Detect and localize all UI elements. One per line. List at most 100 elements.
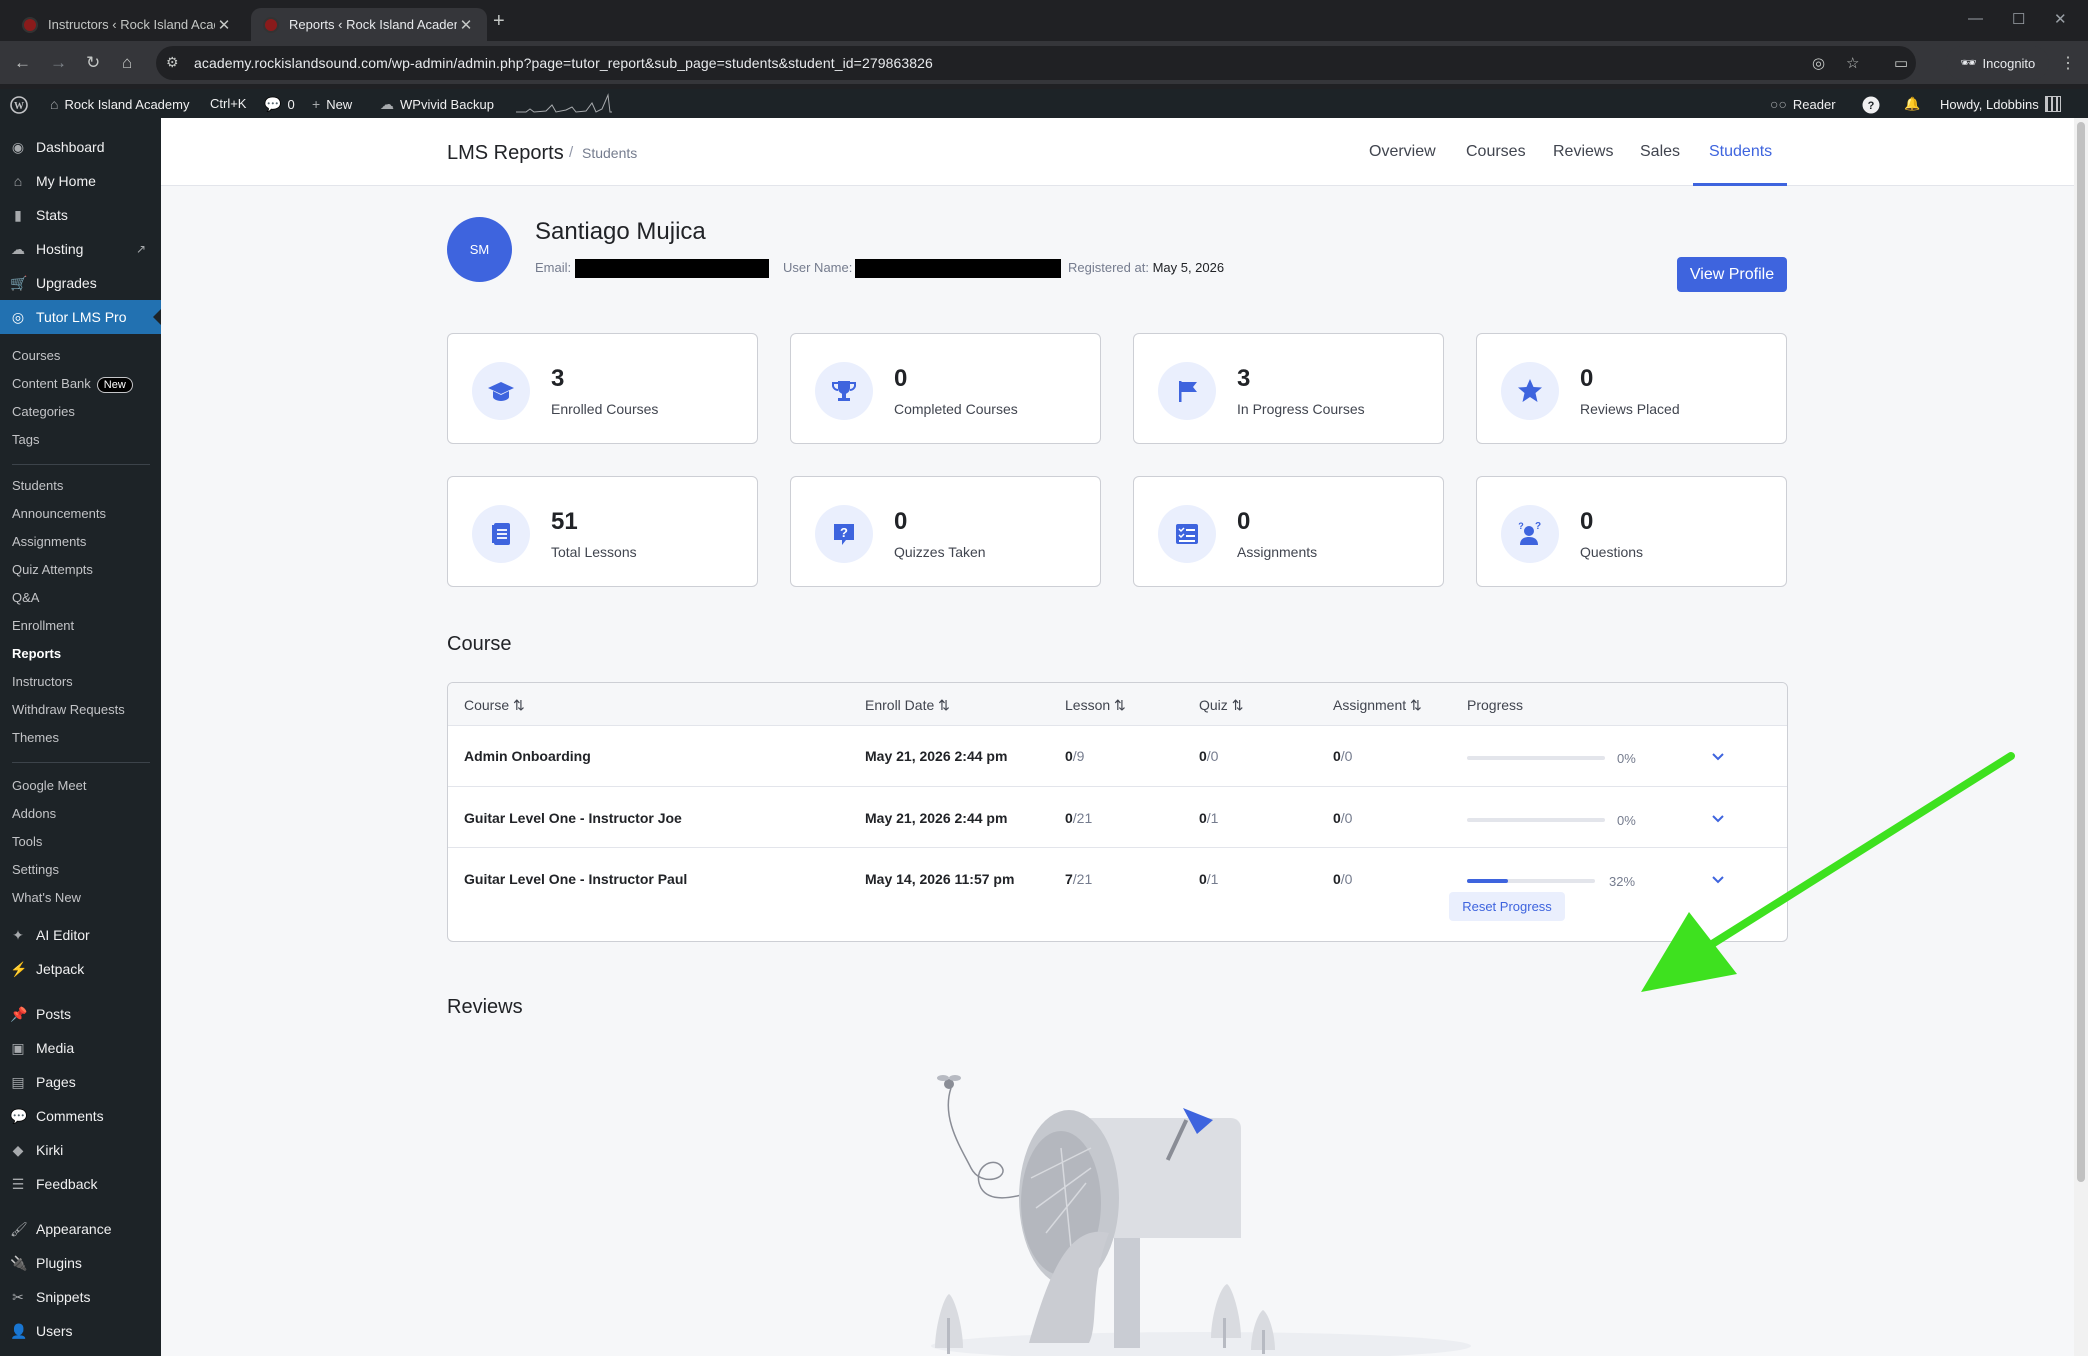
tab-sales[interactable]: Sales: [1640, 143, 1680, 161]
sidebar-sub-tools[interactable]: Tools: [12, 834, 42, 849]
scrollbar-thumb[interactable]: [2077, 122, 2085, 1182]
incognito-indicator[interactable]: 🕶 Incognito: [1946, 46, 2050, 80]
back-icon[interactable]: ←: [14, 53, 31, 73]
redacted-email: [575, 259, 769, 278]
cloud-icon: ☁: [380, 96, 394, 112]
site-favicon-icon: [22, 16, 38, 33]
sidebar-sub-instructors[interactable]: Instructors: [12, 674, 73, 689]
help-icon[interactable]: ?: [1862, 96, 1880, 114]
stat-value: 3: [1237, 365, 1251, 392]
bookmark-star-icon[interactable]: ☆: [1846, 54, 1859, 72]
tab-strip: Instructors ‹ Rock Island Acade ✕ Report…: [0, 0, 2088, 41]
sort-icon: ⇅: [1231, 697, 1244, 713]
forward-icon[interactable]: →: [50, 53, 67, 73]
site-name-link[interactable]: ⌂ Rock Island Academy: [50, 96, 189, 112]
browser-menu-icon[interactable]: ⋮: [2060, 53, 2076, 73]
sort-icon: ⇅: [513, 697, 525, 713]
reader-label: Reader: [1792, 96, 1836, 112]
sidebar-item-users[interactable]: 👤 Users: [0, 1314, 161, 1348]
user-icon: 👤: [10, 1322, 28, 1339]
wpvivid-backup-link[interactable]: ☁ WPvivid Backup: [380, 96, 494, 113]
lesson-progress: 7/21: [1065, 871, 1092, 887]
browser-tab-reports[interactable]: Reports ‹ Rock Island Academy ✕: [251, 8, 487, 41]
sidebar-item-feedback[interactable]: ☰ Feedback: [0, 1167, 161, 1201]
notifications-bell-icon[interactable]: 🔔: [1904, 96, 1920, 112]
sidebar-sub-qa[interactable]: Q&A: [12, 590, 39, 605]
tab-reviews[interactable]: Reviews: [1553, 143, 1613, 161]
sidebar-sub-settings[interactable]: Settings: [12, 862, 59, 877]
sidebar-sub-enrollment[interactable]: Enrollment: [12, 618, 74, 633]
maximize-icon[interactable]: ☐: [2012, 10, 2025, 28]
sidebar-item-my-home[interactable]: ⌂ My Home: [0, 164, 161, 198]
sidebar-item-appearance[interactable]: 🖌 Appearance: [0, 1212, 161, 1246]
sidebar-item-ai-editor[interactable]: ✦ AI Editor: [0, 918, 161, 952]
close-tab-icon[interactable]: ✕: [215, 16, 233, 34]
command-shortcut[interactable]: Ctrl+K: [210, 96, 246, 111]
sidebar-sub-quiz-attempts[interactable]: Quiz Attempts: [12, 562, 93, 577]
sidebar-sub-addons[interactable]: Addons: [12, 806, 56, 821]
stats-sparkline[interactable]: [516, 93, 612, 113]
browser-tab-instructors[interactable]: Instructors ‹ Rock Island Acade ✕: [10, 8, 245, 41]
sidebar-item-media[interactable]: ▣ Media: [0, 1031, 161, 1065]
tab-courses[interactable]: Courses: [1466, 143, 1526, 161]
sidebar-sub-tags[interactable]: Tags: [12, 432, 39, 447]
wordpress-logo-icon[interactable]: W: [10, 96, 28, 114]
sidebar-item-hosting[interactable]: ☁ Hosting ↗: [0, 232, 161, 266]
sidebar-label: Plugins: [36, 1255, 82, 1271]
sidebar-item-tutor-lms-pro[interactable]: ◎ Tutor LMS Pro: [0, 300, 161, 334]
sidebar-sub-themes[interactable]: Themes: [12, 730, 59, 745]
tab-overview[interactable]: Overview: [1369, 143, 1436, 161]
column-header-assignment[interactable]: Assignment ⇅: [1333, 697, 1422, 714]
sidebar-sub-content-bank[interactable]: Content Bank New: [12, 376, 133, 393]
new-tab-icon[interactable]: +: [493, 10, 505, 33]
sidebar-item-plugins[interactable]: 🔌 Plugins: [0, 1246, 161, 1280]
sidebar-sub-google-meet[interactable]: Google Meet: [12, 778, 86, 793]
quiz-progress: 0/1: [1199, 871, 1218, 887]
tab-students[interactable]: Students: [1709, 143, 1772, 161]
sidebar-item-kirki[interactable]: ◆ Kirki: [0, 1133, 161, 1167]
sparkle-icon: ✦: [12, 926, 24, 943]
new-content-link[interactable]: + New: [312, 96, 352, 112]
comments-link[interactable]: 💬 0: [264, 96, 295, 113]
sidebar-sub-assignments[interactable]: Assignments: [12, 534, 86, 549]
wp-admin-bar: W ⌂ Rock Island Academy Ctrl+K 💬 0 + New…: [0, 89, 2088, 118]
reload-icon[interactable]: ↻: [86, 53, 100, 73]
page-scrollbar[interactable]: [2074, 118, 2088, 1356]
column-header-quiz[interactable]: Quiz ⇅: [1199, 697, 1243, 714]
column-header-course[interactable]: Course ⇅: [464, 697, 525, 714]
sidebar-sub-reports[interactable]: Reports: [12, 646, 61, 661]
sidebar-sub-whats-new[interactable]: What's New: [12, 890, 81, 905]
sidebar-sub-students[interactable]: Students: [12, 478, 63, 493]
minimize-icon[interactable]: —: [1968, 10, 1983, 27]
sidebar-item-posts[interactable]: 📌 Posts: [0, 997, 161, 1031]
home-icon[interactable]: ⌂: [122, 53, 132, 73]
column-header-lesson[interactable]: Lesson ⇅: [1065, 697, 1126, 714]
sidebar-item-pages[interactable]: ▤ Pages: [0, 1065, 161, 1099]
sidebar-item-dashboard[interactable]: ◉ Dashboard: [0, 130, 161, 164]
stat-value: 3: [551, 365, 565, 392]
sidebar-sub-withdraw-requests[interactable]: Withdraw Requests: [12, 702, 125, 717]
sidebar-item-comments[interactable]: 💬 Comments: [0, 1099, 161, 1133]
sidebar-item-snippets[interactable]: ✂ Snippets: [0, 1280, 161, 1314]
username-label: User Name:: [783, 260, 853, 275]
sidebar-sub-courses[interactable]: Courses: [12, 348, 60, 363]
site-settings-icon[interactable]: ⚙: [166, 54, 179, 71]
sidebar-item-upgrades[interactable]: 🛒 Upgrades: [0, 266, 161, 300]
reset-progress-button[interactable]: Reset Progress: [1449, 892, 1565, 921]
view-profile-button[interactable]: View Profile: [1677, 257, 1787, 292]
header-label: Course: [464, 697, 510, 713]
close-window-icon[interactable]: ✕: [2054, 10, 2067, 28]
reader-link[interactable]: ○○ Reader: [1770, 96, 1836, 112]
sidebar-item-jetpack[interactable]: ⚡ Jetpack: [0, 952, 161, 986]
address-bar[interactable]: ⚙ academy.rockislandsound.com/wp-admin/a…: [156, 46, 1916, 80]
table-row: Guitar Level One - Instructor Joe May 21…: [448, 787, 1787, 848]
column-header-enroll-date[interactable]: Enroll Date ⇅: [865, 697, 950, 714]
cast-icon[interactable]: ▭: [1894, 54, 1908, 72]
sidebar-sub-announcements[interactable]: Announcements: [12, 506, 106, 521]
eye-off-icon[interactable]: ◎: [1812, 54, 1825, 72]
sidebar-item-stats[interactable]: ▮ Stats: [0, 198, 161, 232]
sidebar-sub-categories[interactable]: Categories: [12, 404, 75, 419]
header-label: Lesson: [1065, 697, 1111, 713]
account-menu[interactable]: Howdy, Ldobbins: [1940, 96, 2061, 112]
close-tab-icon[interactable]: ✕: [457, 16, 475, 34]
